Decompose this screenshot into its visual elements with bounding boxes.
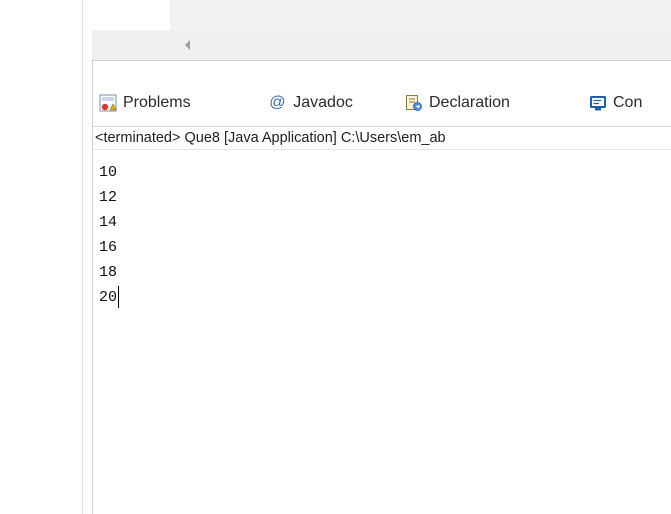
tab-problems-label: Problems	[123, 94, 191, 111]
tab-declaration-label: Declaration	[429, 94, 510, 111]
tab-problems[interactable]: Problems	[99, 88, 191, 118]
javadoc-at-glyph: @	[269, 94, 286, 111]
tab-console[interactable]: Con	[589, 88, 643, 118]
editor-bottom-border	[92, 60, 671, 61]
views-tab-bar: Problems @ Javadoc Declaration Con	[93, 80, 671, 120]
problems-icon	[99, 94, 117, 112]
tab-declaration[interactable]: Declaration	[405, 88, 510, 118]
declaration-icon	[405, 94, 423, 112]
outer-divider	[82, 0, 83, 514]
text-caret	[118, 286, 120, 309]
tab-console-label: Con	[613, 94, 643, 111]
console-icon	[589, 94, 607, 112]
editor-horizontal-scrollbar[interactable]	[92, 30, 671, 60]
editor-area	[92, 0, 671, 60]
left-sash[interactable]	[92, 0, 93, 514]
tab-javadoc[interactable]: @ Javadoc	[269, 88, 353, 118]
console-line-text: 20	[99, 289, 118, 306]
javadoc-icon: @	[269, 94, 285, 112]
console-process-description: <terminated> Que8 [Java Application] C:\…	[93, 126, 671, 150]
console-output[interactable]: 10 12 14 16 18 20	[99, 164, 659, 315]
scroll-left-arrow-icon[interactable]	[185, 40, 190, 50]
console-last-line: 20	[99, 281, 659, 315]
editor-gutter	[92, 0, 170, 30]
eclipse-window: Problems @ Javadoc Declaration Con <term…	[0, 0, 671, 514]
tab-javadoc-label: Javadoc	[293, 94, 353, 111]
